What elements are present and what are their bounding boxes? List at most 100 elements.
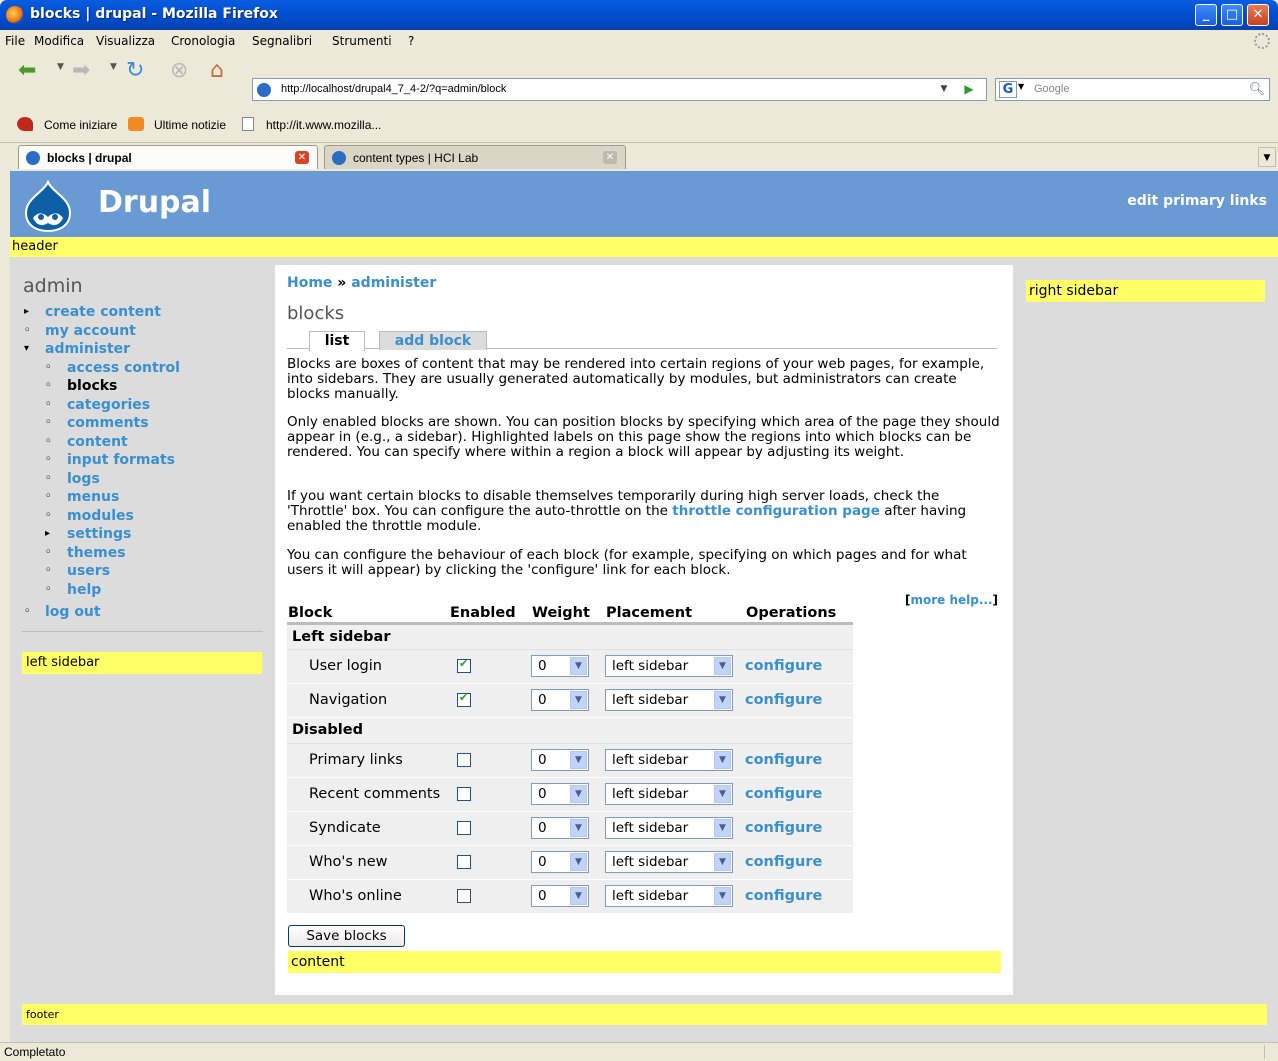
tab-blocks-drupal[interactable]: blocks | drupal ✕ — [18, 145, 318, 169]
menu-file[interactable]: File — [5, 34, 25, 48]
more-help-link[interactable]: more help... — [910, 593, 992, 607]
weight-select[interactable]: 0 ▼ — [531, 783, 589, 805]
edit-primary-links[interactable]: edit primary links — [1127, 193, 1267, 209]
sidebar-item[interactable]: ◦ themes — [24, 544, 264, 563]
sidebar-item[interactable]: ▸ create content — [24, 303, 264, 322]
configure-link[interactable]: configure — [745, 854, 822, 870]
sidebar-link[interactable]: input formats — [67, 451, 175, 470]
sidebar-link[interactable]: blocks — [67, 377, 117, 396]
chevron-down-icon[interactable]: ▼ — [714, 853, 731, 871]
tab-add-block[interactable]: add block — [379, 331, 487, 350]
weight-select[interactable]: 0 ▼ — [531, 655, 589, 677]
sidebar-item[interactable]: ◦ categories — [24, 396, 264, 415]
sidebar-link[interactable]: content — [67, 433, 128, 452]
breadcrumb-home[interactable]: Home — [287, 275, 332, 291]
breadcrumb-administer[interactable]: administer — [351, 275, 436, 291]
enabled-checkbox[interactable] — [457, 889, 471, 903]
url-bar[interactable]: http://localhost/drupal4_7_4-2/?q=admin/… — [252, 78, 987, 101]
forward-dropdown-icon[interactable]: ▼ — [110, 62, 117, 72]
sidebar-link[interactable]: categories — [67, 396, 150, 415]
sidebar-link[interactable]: modules — [67, 507, 134, 526]
sidebar-item[interactable]: ◦ users — [24, 562, 264, 581]
sidebar-link[interactable]: log out — [45, 603, 101, 622]
back-dropdown-icon[interactable]: ▼ — [57, 62, 64, 72]
enabled-checkbox[interactable] — [457, 657, 471, 673]
url-text[interactable]: http://localhost/drupal4_7_4-2/?q=admin/… — [281, 83, 506, 95]
chevron-down-icon[interactable]: ▼ — [570, 785, 587, 803]
sidebar-item[interactable]: ◦ content — [24, 433, 264, 452]
throttle-configuration-link[interactable]: throttle configuration page — [672, 503, 880, 519]
chevron-down-icon[interactable]: ▼ — [714, 819, 731, 837]
google-engine-icon[interactable]: G — [999, 81, 1017, 98]
menu-segnalibri[interactable]: Segnalibri — [252, 34, 312, 48]
save-blocks-button[interactable]: Save blocks — [288, 925, 405, 947]
close-tab-icon[interactable]: ✕ — [603, 151, 617, 164]
sidebar-item[interactable]: ◦ comments — [24, 414, 264, 433]
placement-select[interactable]: left sidebar ▼ — [605, 885, 733, 907]
placement-select[interactable]: left sidebar ▼ — [605, 783, 733, 805]
placement-select[interactable]: left sidebar ▼ — [605, 689, 733, 711]
menu-cronologia[interactable]: Cronologia — [171, 34, 235, 48]
menu-visualizza[interactable]: Visualizza — [96, 34, 155, 48]
chevron-down-icon[interactable]: ▼ — [570, 751, 587, 769]
tab-content-types[interactable]: content types | HCI Lab ✕ — [324, 145, 626, 169]
configure-link[interactable]: configure — [745, 752, 822, 768]
sidebar-link[interactable]: access control — [67, 359, 180, 378]
chevron-down-icon[interactable]: ▼ — [570, 691, 587, 709]
sidebar-item[interactable]: ◦ access control — [24, 359, 264, 378]
forward-icon[interactable]: ➡ — [72, 57, 90, 85]
bookmark-mozilla[interactable]: http://it.www.mozilla... — [266, 118, 381, 132]
minimize-button[interactable]: _ — [1195, 4, 1217, 26]
configure-link[interactable]: configure — [745, 888, 822, 904]
sidebar-link[interactable]: logs — [67, 470, 100, 489]
search-input[interactable]: Google — [1034, 83, 1069, 95]
weight-select[interactable]: 0 ▼ — [531, 817, 589, 839]
chevron-down-icon[interactable]: ▼ — [570, 657, 587, 675]
chevron-down-icon[interactable]: ▼ — [714, 751, 731, 769]
placement-select[interactable]: left sidebar ▼ — [605, 851, 733, 873]
sidebar-item[interactable]: ◦ my account — [24, 322, 264, 341]
sidebar-link[interactable]: my account — [45, 322, 136, 341]
maximize-button[interactable]: □ — [1221, 4, 1243, 26]
menu-modifica[interactable]: Modifica — [34, 34, 84, 48]
weight-select[interactable]: 0 ▼ — [531, 689, 589, 711]
configure-link[interactable]: configure — [745, 786, 822, 802]
chevron-down-icon[interactable]: ▼ — [714, 785, 731, 803]
sidebar-item[interactable]: ◦ logs — [24, 470, 264, 489]
sidebar-item[interactable]: ▸ settings — [24, 525, 264, 544]
reload-icon[interactable]: ↻ — [126, 57, 144, 85]
sidebar-link[interactable]: users — [67, 562, 110, 581]
url-history-dropdown-icon[interactable]: ▼ — [936, 81, 952, 98]
sidebar-link[interactable]: menus — [67, 488, 119, 507]
sidebar-item[interactable]: ◦ blocks — [24, 377, 264, 396]
sidebar-item[interactable]: ◦ modules — [24, 507, 264, 526]
back-icon[interactable]: ⬅ — [18, 57, 36, 85]
sidebar-link[interactable]: themes — [67, 544, 126, 563]
chevron-down-icon[interactable]: ▼ — [714, 887, 731, 905]
placement-select[interactable]: left sidebar ▼ — [605, 749, 733, 771]
chevron-down-icon[interactable]: ▼ — [570, 819, 587, 837]
placement-select[interactable]: left sidebar ▼ — [605, 817, 733, 839]
sidebar-link[interactable]: help — [67, 581, 101, 600]
placement-select[interactable]: left sidebar ▼ — [605, 655, 733, 677]
sidebar-item[interactable]: ◦ input formats — [24, 451, 264, 470]
resize-grip-icon[interactable] — [1264, 1045, 1276, 1059]
chevron-down-icon[interactable]: ▼ — [714, 657, 731, 675]
enabled-checkbox[interactable] — [457, 821, 471, 835]
menu-help[interactable]: ? — [408, 34, 414, 48]
chevron-down-icon[interactable]: ▼ — [570, 887, 587, 905]
sidebar-item[interactable]: ◦ log out — [24, 603, 264, 622]
chevron-down-icon[interactable]: ▼ — [714, 691, 731, 709]
sidebar-link[interactable]: administer — [45, 340, 130, 359]
bookmark-ultime-notizie[interactable]: Ultime notizie — [154, 118, 226, 132]
menu-strumenti[interactable]: Strumenti — [332, 34, 392, 48]
sidebar-item[interactable]: ◦ menus — [24, 488, 264, 507]
configure-link[interactable]: configure — [745, 692, 822, 708]
enabled-checkbox[interactable] — [457, 691, 471, 707]
sidebar-item[interactable]: ▾ administer — [24, 340, 264, 359]
enabled-checkbox[interactable] — [457, 855, 471, 869]
search-icon[interactable]: 🔍︎ — [1247, 80, 1267, 99]
chevron-down-icon[interactable]: ▼ — [570, 853, 587, 871]
engine-dropdown-icon[interactable]: ▼ — [1018, 82, 1024, 91]
close-tab-icon[interactable]: ✕ — [295, 151, 309, 164]
